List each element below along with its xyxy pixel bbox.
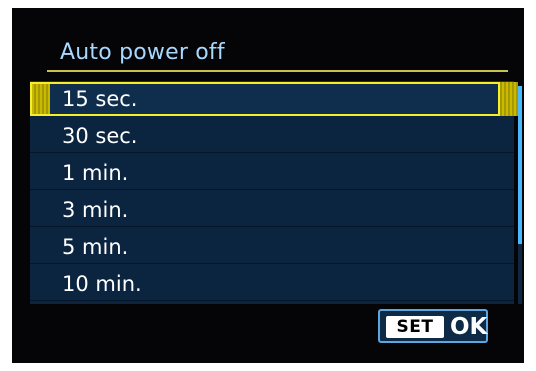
list-item-label: 5 min.	[62, 235, 129, 259]
list-item-10-min[interactable]: 10 min.	[30, 267, 514, 301]
ok-label: OK	[450, 314, 488, 340]
title-underline	[47, 70, 508, 72]
camera-menu-screen: Auto power off 15 sec. 30 sec. 1 min. 3 …	[12, 8, 524, 363]
list-item-label: 1 min.	[62, 161, 129, 185]
list-item-5-min[interactable]: 5 min.	[30, 230, 514, 264]
list-item-30-sec[interactable]: 30 sec.	[30, 119, 514, 153]
scrollbar-thumb[interactable]	[518, 86, 522, 244]
menu-title: Auto power off	[60, 40, 225, 65]
list-item-label: 15 sec.	[62, 87, 138, 111]
list-item-15-sec[interactable]: 15 sec.	[30, 82, 518, 116]
list-item-label: 30 sec.	[62, 124, 138, 148]
list-item-label: 3 min.	[62, 198, 129, 222]
selection-marker-right	[500, 82, 518, 116]
list-item-label: 10 min.	[62, 272, 142, 296]
set-label: SET	[386, 316, 444, 338]
scrollbar[interactable]	[518, 86, 522, 304]
set-ok-button[interactable]: SET OK	[378, 309, 488, 343]
list-item-3-min[interactable]: 3 min.	[30, 193, 514, 227]
selection-marker-left	[30, 82, 50, 116]
option-list: 15 sec. 30 sec. 1 min. 3 min. 5 min. 10 …	[30, 81, 518, 304]
list-item-1-min[interactable]: 1 min.	[30, 156, 514, 190]
